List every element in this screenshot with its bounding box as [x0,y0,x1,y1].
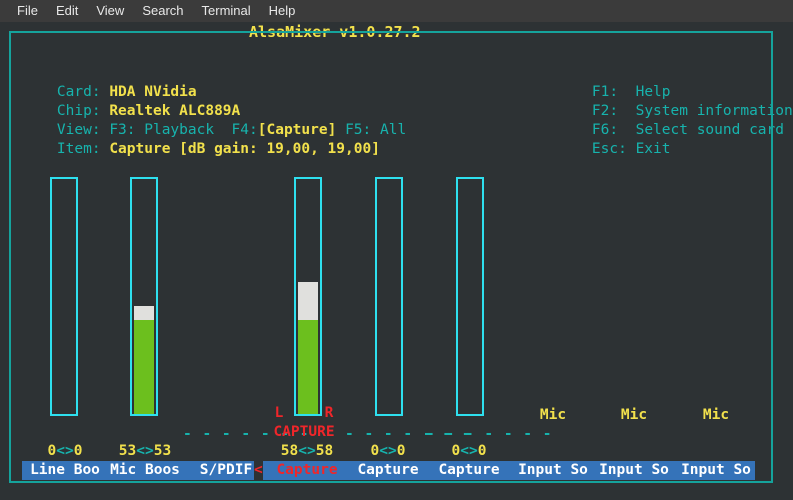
item-value: Capture [dB gain: 19,00, 19,00] [109,141,380,157]
channel-value: 53<>53 [102,443,188,459]
channel-name[interactable]: Capture [426,461,512,480]
channel-separator-dashes: - - - - - - - [426,426,553,442]
capture-right-marker: R [324,405,334,421]
channel-value-right: 58 [315,443,334,459]
volume-bar-peak-cap [298,282,318,320]
selection-marker-left: < [254,461,263,480]
channel-value-separator: <> [56,443,74,459]
volume-bar-track[interactable] [50,177,78,416]
channel-separator-dashes: - - - - - - - [345,426,472,442]
menu-bar: File Edit View Search Terminal Help [0,0,793,22]
channel-value-right: 0 [396,443,406,459]
channel-value-separator: <> [379,443,397,459]
channel-value-right: 0 [73,443,83,459]
menu-item-edit[interactable]: Edit [47,0,87,22]
menu-item-help[interactable]: Help [260,0,305,22]
channel-value-left: 0 [370,443,380,459]
channel-source-label: Mic [620,407,648,423]
volume-bar-fill [298,320,318,414]
help-esc-key: Esc: [591,141,627,157]
channel-value-left: 53 [118,443,137,459]
volume-bar-fill [134,320,154,414]
menu-item-terminal[interactable]: Terminal [193,0,260,22]
channel-name[interactable]: Input So [591,461,677,480]
channel-value-right: 0 [477,443,487,459]
channel-name[interactable]: Mic Boos [102,461,188,480]
channel-value-left: 0 [47,443,57,459]
menu-item-file[interactable]: File [8,0,47,22]
channel-value-separator: <> [136,443,154,459]
channel-value: 58<>58 [264,443,350,459]
volume-bar-track[interactable] [456,177,484,416]
channel-name-selected[interactable]: Capture [264,461,350,480]
channel-value-left: 0 [451,443,461,459]
capture-label: CAPTURE [273,424,335,440]
help-esc-row[interactable]: Esc: Exit [557,121,671,178]
channel-value-separator: <> [460,443,478,459]
volume-bar-track[interactable] [375,177,403,416]
channel-value: 0<>0 [345,443,431,459]
title-rule-left [11,31,243,33]
help-esc-text: Exit [635,141,671,157]
channel-name[interactable]: Input So [510,461,596,480]
channel-separator-dashes: - - - - - - - [183,426,310,442]
channel-name[interactable]: Line Boo [22,461,108,480]
volume-bar-peak-cap [134,306,154,320]
window-title: AlsaMixer v1.0.27.2 [243,23,427,41]
terminal-window: AlsaMixer v1.0.27.2 Card: HDA NVidia Chi… [0,22,793,500]
frame-clip-mask [755,452,793,492]
channel-value-right: 53 [153,443,172,459]
channel-value: 0<>0 [426,443,512,459]
channel-source-label: Mic [539,407,567,423]
capture-left-marker: L [274,405,284,421]
item-row: Item: Capture [dB gain: 19,00, 19,00] [22,121,380,178]
menu-item-search[interactable]: Search [133,0,192,22]
channel-name[interactable]: Input So [673,461,759,480]
channel-source-label: Mic [702,407,730,423]
menu-item-view[interactable]: View [87,0,133,22]
channel-value-separator: <> [298,443,316,459]
channel-value-left: 58 [280,443,299,459]
item-label: Item: [56,141,101,157]
channel-value: 0<>0 [22,443,108,459]
channel-name[interactable]: Capture [345,461,431,480]
title-rule-right [426,31,771,33]
